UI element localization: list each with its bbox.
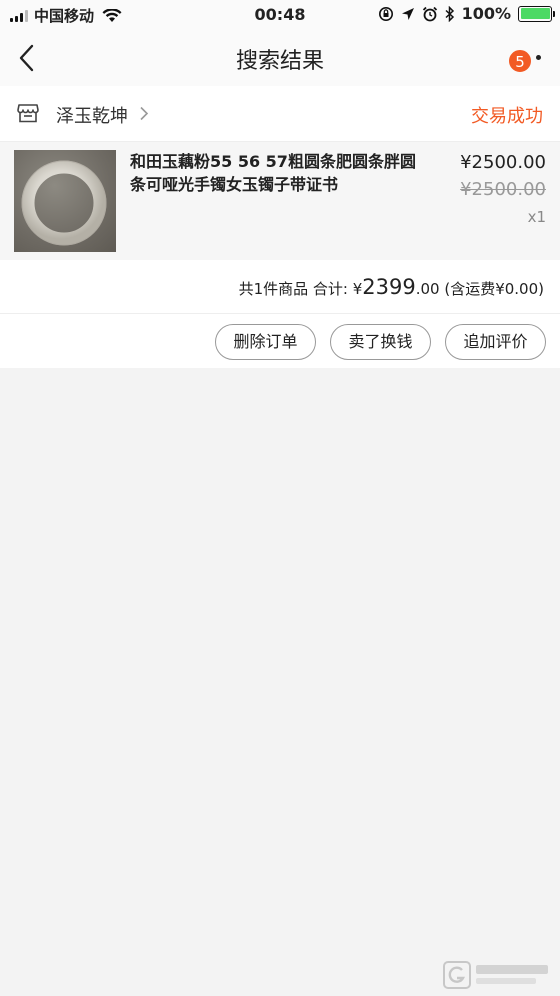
totals-label: 共1件商品 合计: ¥ [238,280,363,298]
add-review-button[interactable]: 追加评价 [445,324,546,360]
location-arrow-icon [401,7,414,20]
watermark-logo-icon [443,961,471,989]
totals-summary: 共1件商品 合计: ¥2399.00 (含运费¥0.00) [239,275,544,299]
bluetooth-icon [445,5,454,22]
alarm-icon [422,6,437,21]
battery-icon [518,5,555,22]
product-quantity: x1 [527,208,546,226]
total-amount-decimal: .00 [415,280,440,298]
product-title[interactable]: 和田玉藕粉55 56 57粗圆条肥圆条胖圆条可哑光手镯女玉镯子带证书 [130,150,430,196]
shop-row[interactable]: 泽玉乾坤 交易成功 [0,86,560,142]
product-thumbnail[interactable] [14,150,116,252]
watermark-text-mark [476,965,548,984]
status-bar: 中国移动 00:48 100% [0,0,560,30]
chevron-right-icon [140,106,149,121]
notification-badge: 5 [508,49,532,73]
battery-percent: 100% [461,4,511,23]
more-button[interactable]: 5 [508,49,542,73]
navigation-bar: 搜索结果 5 [0,30,560,86]
resell-button[interactable]: 卖了换钱 [330,324,431,360]
order-totals: 共1件商品 合计: ¥2399.00 (含运费¥0.00) [0,260,560,314]
orientation-lock-icon [378,6,393,21]
store-icon [17,104,39,123]
page-title: 搜索结果 [235,49,324,74]
product-item[interactable]: 和田玉藕粉55 56 57粗圆条肥圆条胖圆条可哑光手镯女玉镯子带证书 ¥2500… [0,142,560,260]
original-price: ¥2500.00 [460,179,546,200]
order-actions: 删除订单 卖了换钱 追加评价 [0,314,560,368]
order-status: 交易成功 [471,106,543,127]
status-right: 100% [378,4,555,23]
product-price: ¥2500.00 [460,152,546,173]
shipping-fee: (含运费¥0.00) [439,280,544,298]
watermark [442,960,550,990]
shop-name[interactable]: 泽玉乾坤 [56,102,128,128]
delete-order-button[interactable]: 删除订单 [215,324,316,360]
total-amount-integer: 2399 [362,275,416,299]
